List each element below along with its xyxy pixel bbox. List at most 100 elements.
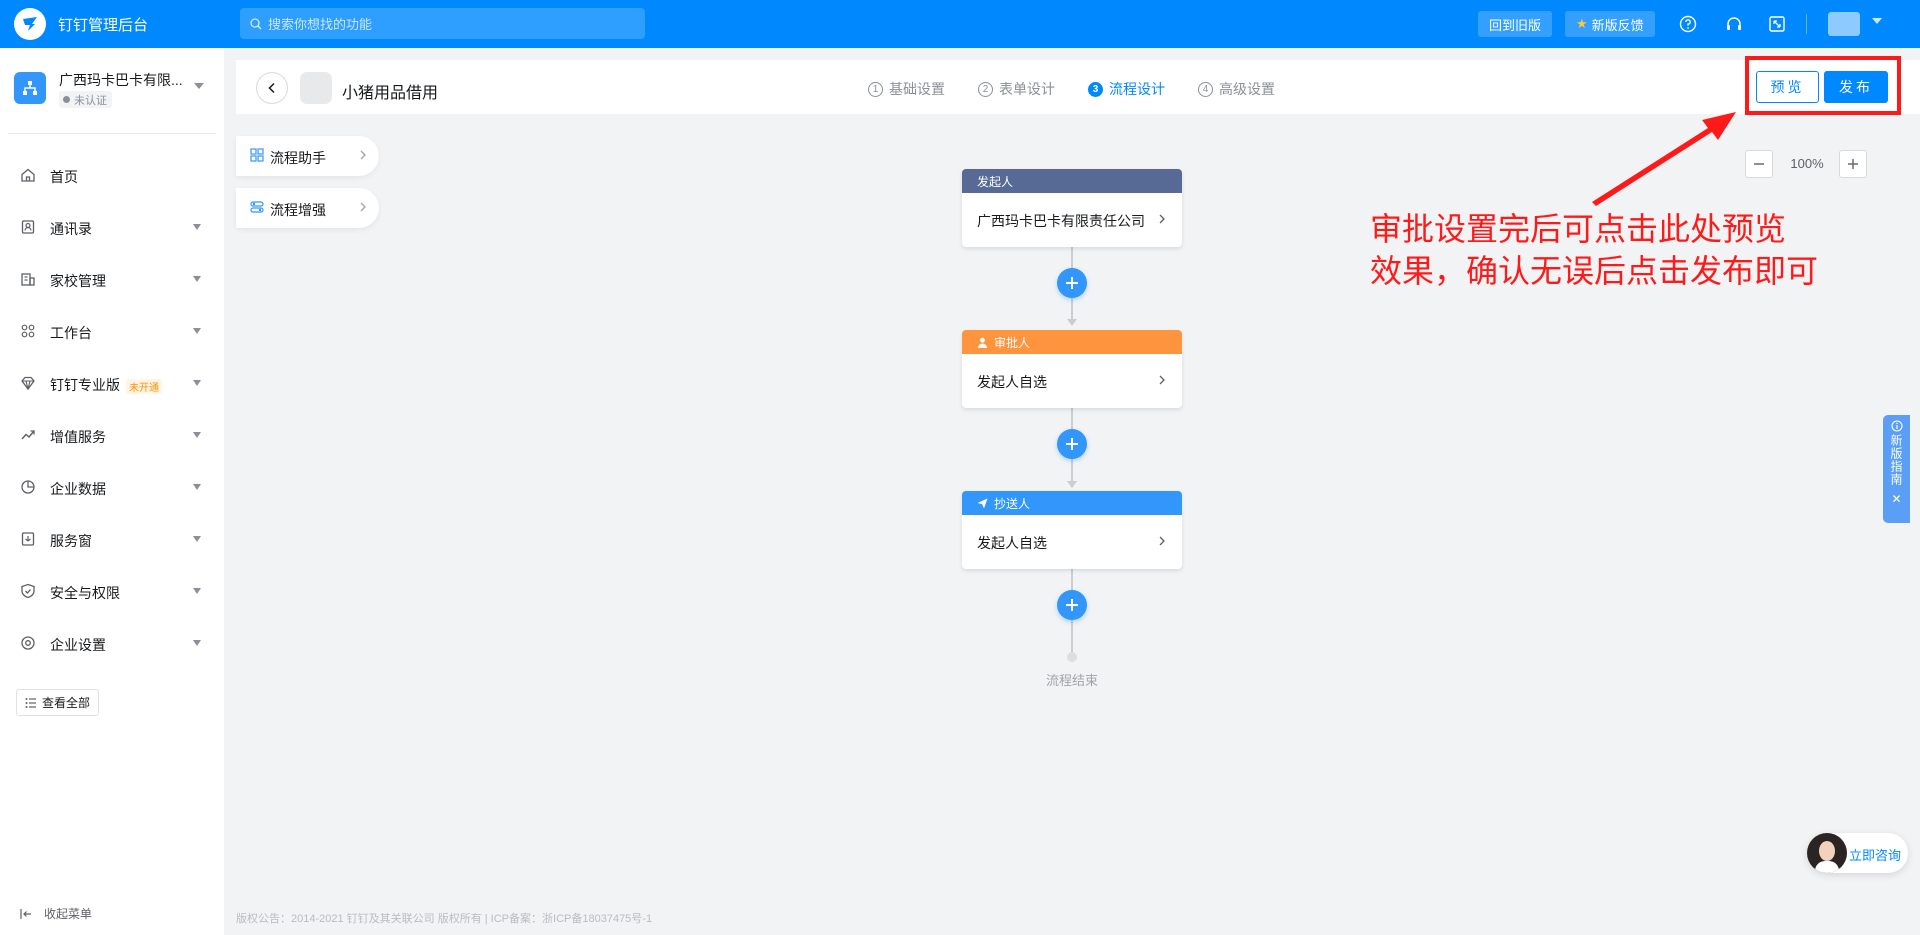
node-content: 发起人自选 — [977, 374, 1047, 390]
initiator-node[interactable]: 发起人 广西玛卡巴卡有限责任公司 — [962, 169, 1182, 247]
sidebar-item-label: 工作台 — [50, 325, 92, 341]
sidebar-item-home[interactable]: 首页 — [0, 155, 224, 195]
flow-end-dot — [1067, 652, 1077, 662]
editor-header: 小猪用品借用 1 基础设置 2 表单设计 3 流程设计 4 高级设置 — [236, 60, 1920, 114]
step-number: 1 — [868, 81, 883, 97]
search-input[interactable]: 搜索你想找的功能 — [240, 8, 645, 39]
sidebar-item-enterprise-data[interactable]: 企业数据 — [0, 467, 224, 507]
dingtalk-logo-icon[interactable] — [14, 8, 46, 40]
tab-advanced-settings[interactable]: 4 高级设置 — [1198, 79, 1275, 99]
agent-shirt-icon — [1815, 861, 1839, 873]
tab-flow-design[interactable]: 3 流程设计 — [1088, 79, 1165, 99]
consult-button[interactable]: 立即咨询 — [1807, 833, 1908, 873]
chevron-right-icon — [1159, 536, 1165, 546]
node-content: 发起人自选 — [977, 535, 1047, 551]
footer-copyright: 版权公告：2014-2021 钉钉及其关联公司 版权所有 | ICP备案：浙IC… — [236, 913, 653, 925]
step-number: 4 — [1198, 81, 1213, 97]
plus-icon — [1066, 277, 1078, 289]
approver-node[interactable]: 审批人 发起人自选 — [962, 330, 1182, 408]
chevron-right-icon — [1159, 214, 1165, 224]
publish-button[interactable]: 发布 — [1824, 71, 1888, 103]
sidebar-item-enterprise-settings[interactable]: 企业设置 — [0, 623, 224, 663]
step-label: 基础设置 — [889, 81, 945, 97]
flow-assistant-button[interactable]: 流程助手 — [236, 136, 379, 176]
chevron-down-icon — [193, 224, 201, 230]
service-icon — [21, 532, 35, 546]
star-icon: ★ — [1576, 16, 1588, 31]
agent-face-icon — [1819, 841, 1835, 861]
sidebar-item-label: 增值服务 — [50, 429, 106, 445]
contacts-icon — [21, 220, 35, 234]
node-title: 审批人 — [994, 335, 1031, 350]
minus-icon — [1754, 163, 1764, 165]
diamond-icon — [21, 376, 35, 391]
chevron-left-icon — [268, 82, 275, 94]
tab-form-design[interactable]: 2 表单设计 — [978, 79, 1055, 99]
zoom-in-button[interactable] — [1839, 150, 1867, 178]
flow-end-label: 流程结束 — [1045, 673, 1098, 688]
settings-icon — [21, 636, 35, 650]
chevron-down-icon — [193, 328, 201, 334]
search-placeholder: 搜索你想找的功能 — [268, 17, 373, 32]
shield-icon — [21, 583, 35, 599]
node-header: 发起人 — [962, 169, 1182, 193]
send-icon — [977, 498, 988, 508]
sidebar-item-value-added[interactable]: 增值服务 — [0, 415, 224, 455]
chevron-down-icon[interactable] — [194, 83, 204, 89]
org-name: 广西玛卡巴卡有限... — [59, 72, 183, 88]
agent-avatar — [1807, 833, 1847, 873]
topbar-divider — [1806, 14, 1807, 34]
annotation-line-1: 审批设置完后可点击此处预览 — [1370, 210, 1787, 248]
apps-icon — [21, 324, 35, 338]
school-icon — [21, 273, 35, 286]
back-to-old-version-button[interactable]: 回到旧版 — [1478, 11, 1553, 37]
sidebar-item-security[interactable]: 安全与权限 — [0, 571, 224, 611]
status-dot-icon — [63, 96, 70, 103]
chevron-down-icon[interactable] — [1872, 18, 1882, 24]
sidebar-item-label: 通讯录 — [50, 221, 92, 237]
sidebar: 广西玛卡巴卡有限... 未认证 首页 通讯录 家校管理 工作台 钉钉专业版 未开通… — [0, 48, 224, 935]
chevron-down-icon — [193, 432, 201, 438]
sidebar-item-workbench[interactable]: 工作台 — [0, 311, 224, 351]
headset-icon[interactable] — [1723, 13, 1745, 35]
annotation-arrow-icon — [1592, 112, 1736, 206]
chevron-down-icon — [193, 380, 201, 386]
org-status-badge: 未认证 — [59, 91, 112, 108]
org-switcher[interactable]: 广西玛卡巴卡有限... 未认证 — [14, 68, 214, 108]
add-node-button[interactable] — [1057, 429, 1087, 459]
tab-basic-settings[interactable]: 1 基础设置 — [868, 79, 945, 99]
chevron-down-icon — [193, 588, 201, 594]
arrow-down-icon — [1067, 319, 1077, 326]
sidebar-item-pro[interactable]: 钉钉专业版 未开通 — [0, 363, 224, 403]
node-content: 广西玛卡巴卡有限责任公司 — [977, 213, 1145, 229]
sidebar-item-label: 企业数据 — [50, 481, 106, 497]
sidebar-item-label: 家校管理 — [50, 273, 106, 289]
help-icon[interactable] — [1677, 13, 1699, 35]
collapse-menu-button[interactable]: 收起菜单 — [20, 905, 92, 922]
back-button[interactable] — [256, 72, 288, 104]
chevron-right-icon — [1159, 375, 1165, 385]
flow-enhance-button[interactable]: 流程增强 — [236, 188, 379, 228]
top-bar: 钉钉管理后台 搜索你想找的功能 回到旧版 ★ 新版反馈 — [0, 0, 1920, 48]
collapse-label: 收起菜单 — [44, 907, 93, 921]
zoom-out-button[interactable] — [1745, 150, 1773, 178]
feedback-button[interactable]: ★ 新版反馈 — [1565, 11, 1655, 37]
sidebar-item-service-window[interactable]: 服务窗 — [0, 519, 224, 559]
cc-node[interactable]: 抄送人 发起人自选 — [962, 491, 1182, 569]
add-node-button[interactable] — [1057, 590, 1087, 620]
view-all-button[interactable]: 查看全部 — [16, 689, 100, 716]
sidebar-item-contacts[interactable]: 通讯录 — [0, 207, 224, 247]
step-label: 高级设置 — [1219, 81, 1275, 97]
step-label: 流程设计 — [1109, 81, 1165, 97]
sidebar-item-school[interactable]: 家校管理 — [0, 259, 224, 299]
sidebar-item-label: 服务窗 — [50, 533, 92, 549]
add-node-button[interactable] — [1057, 268, 1087, 298]
chevron-right-icon — [360, 150, 366, 160]
fullscreen-icon[interactable] — [1766, 13, 1788, 35]
new-version-guide-tab[interactable]: 新版指南 ✕ — [1883, 415, 1910, 523]
sidebar-item-label: 安全与权限 — [50, 585, 120, 601]
close-icon[interactable]: ✕ — [1891, 492, 1901, 506]
helper-label: 流程增强 — [270, 202, 326, 218]
user-avatar[interactable] — [1828, 12, 1860, 36]
preview-button[interactable]: 预览 — [1756, 71, 1819, 103]
